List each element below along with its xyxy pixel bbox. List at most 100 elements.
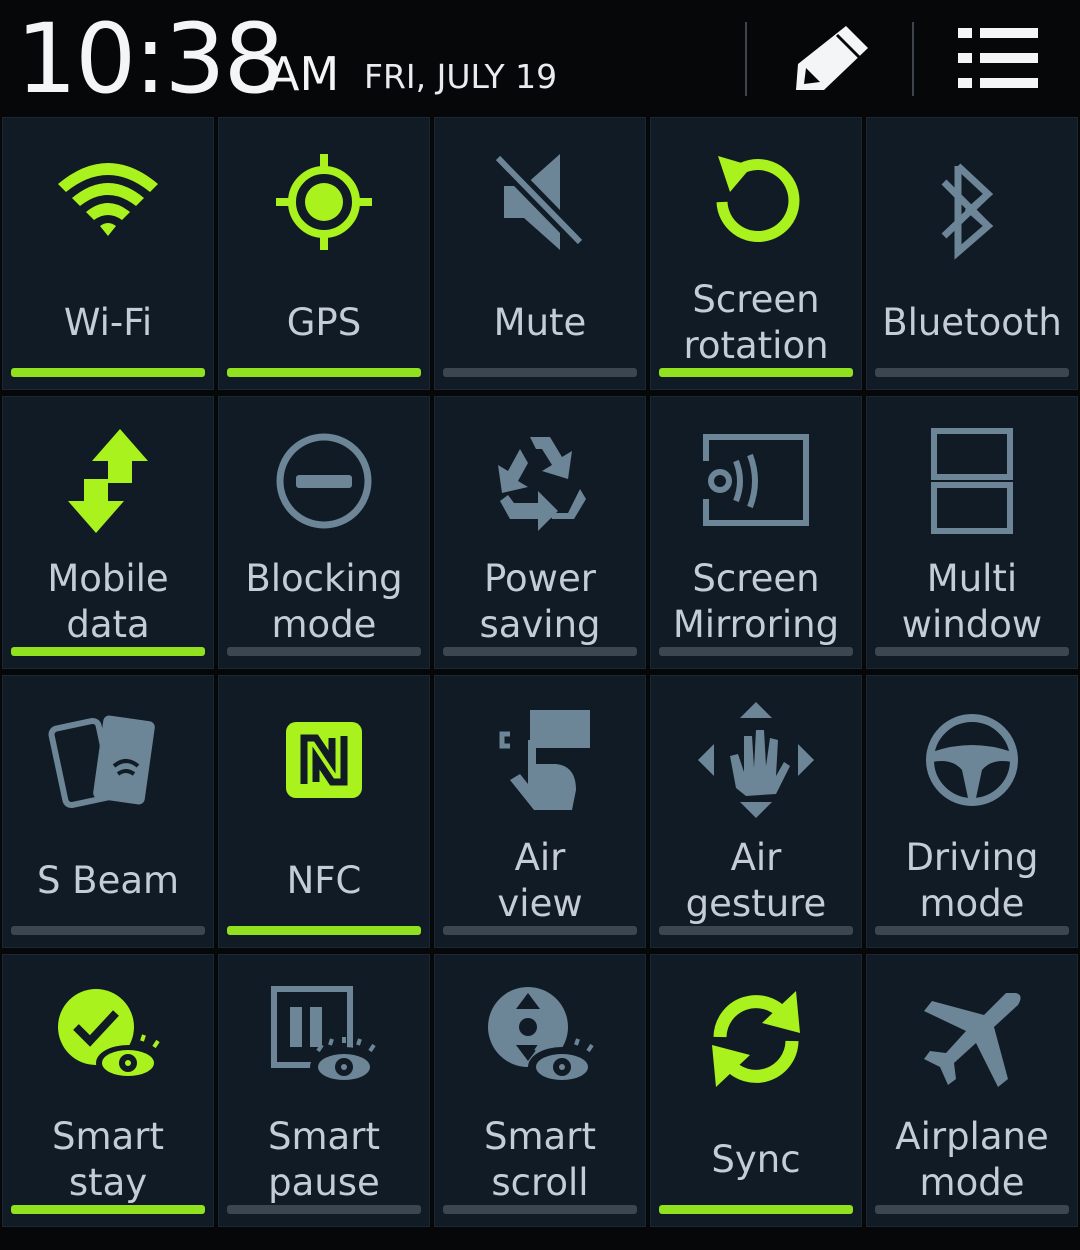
airplane-icon	[924, 993, 1021, 1087]
toggle-mobile-data[interactable]: Mobile data	[2, 396, 214, 669]
toggle-icon-wrap	[651, 969, 861, 1109]
toggle-icon-wrap	[867, 690, 1077, 830]
toggle-icon-wrap	[651, 411, 861, 551]
toggle-label: Screen rotation	[683, 278, 829, 367]
smart-stay-icon	[58, 989, 160, 1081]
toggle-label: GPS	[286, 301, 362, 344]
clock-ampm: AM	[268, 47, 340, 101]
edit-button[interactable]	[762, 14, 902, 102]
toggle-label: Wi-Fi	[63, 301, 153, 344]
status-bar-off	[227, 1205, 421, 1214]
toggle-label: Smart scroll	[484, 1115, 596, 1204]
rotation-icon	[716, 156, 800, 243]
toggle-label: Air view	[497, 836, 583, 925]
wifi-icon	[58, 163, 158, 236]
divider	[745, 22, 747, 96]
status-bar-on	[227, 368, 421, 377]
toggle-icon-wrap	[867, 132, 1077, 272]
steering-wheel-icon	[926, 714, 1018, 806]
toggle-nfc[interactable]: NFC	[218, 675, 430, 948]
air-gesture-icon	[698, 702, 814, 818]
toggle-power-saving[interactable]: Power saving	[434, 396, 646, 669]
status-bar-on	[659, 368, 853, 377]
status-bar-on	[227, 926, 421, 935]
toggle-icon-wrap	[435, 969, 645, 1109]
toggle-label: Air gesture	[685, 836, 827, 925]
toggle-multi-window[interactable]: Multi window	[866, 396, 1078, 669]
toggle-icon-wrap	[219, 411, 429, 551]
toggle-s-beam[interactable]: S Beam	[2, 675, 214, 948]
toggle-label: Smart stay	[52, 1115, 164, 1204]
toggle-label: Screen Mirroring	[672, 557, 840, 646]
toggle-driving-mode[interactable]: Driving mode	[866, 675, 1078, 948]
toggle-blocking-mode[interactable]: Blocking mode	[218, 396, 430, 669]
toggle-smart-scroll[interactable]: Smart scroll	[434, 954, 646, 1227]
toggle-airplane-mode[interactable]: Airplane mode	[866, 954, 1078, 1227]
status-bar-off	[227, 647, 421, 656]
mobile-data-icon	[68, 429, 148, 533]
status-bar-off	[875, 647, 1069, 656]
toggle-icon-wrap	[651, 132, 861, 272]
toggle-label: Sync	[711, 1138, 801, 1181]
toggle-label: Mobile data	[47, 557, 169, 646]
toggle-screen-rotation[interactable]: Screen rotation	[650, 117, 862, 390]
recycle-icon	[498, 437, 586, 531]
toggle-icon-wrap	[219, 969, 429, 1109]
toggle-smart-pause[interactable]: Smart pause	[218, 954, 430, 1227]
nfc-icon	[286, 722, 362, 798]
divider	[912, 22, 914, 96]
status-bar-off	[443, 368, 637, 377]
status-bar-off	[875, 1205, 1069, 1214]
pencil-icon	[796, 26, 868, 90]
toggle-label: NFC	[286, 859, 362, 902]
toggle-icon-wrap	[219, 690, 429, 830]
toggle-icon-wrap	[3, 411, 213, 551]
toggle-label: Airplane mode	[895, 1115, 1049, 1204]
toggle-label: Driving mode	[905, 836, 1039, 925]
list-icon	[958, 28, 1038, 88]
mute-icon	[492, 152, 586, 250]
blocking-icon	[276, 433, 372, 529]
toggle-mute[interactable]: Mute	[434, 117, 646, 390]
toggle-smart-stay[interactable]: Smart stay	[2, 954, 214, 1227]
toggle-icon-wrap	[3, 969, 213, 1109]
status-bar-on	[11, 1205, 205, 1214]
toggle-icon-wrap	[651, 690, 861, 830]
quick-settings-grid: Wi-Fi GPS Mute Screen rotation Bluetooth …	[0, 116, 1080, 1250]
toggle-wi-fi[interactable]: Wi-Fi	[2, 117, 214, 390]
mirroring-icon	[700, 434, 809, 526]
toggle-bluetooth[interactable]: Bluetooth	[866, 117, 1078, 390]
toggle-icon-wrap	[435, 690, 645, 830]
toggle-icon-wrap	[867, 969, 1077, 1109]
toggle-label: Multi window	[901, 557, 1043, 646]
status-bar-off	[875, 368, 1069, 377]
toggle-screen-mirroring[interactable]: Screen Mirroring	[650, 396, 862, 669]
toggle-label: Bluetooth	[882, 301, 1062, 344]
toggle-label: Mute	[493, 301, 587, 344]
clock-time: 10:38	[16, 3, 285, 115]
s-beam-icon	[48, 715, 155, 809]
toggle-icon-wrap	[867, 411, 1077, 551]
status-bar-off	[11, 926, 205, 935]
toggle-label: Smart pause	[268, 1115, 380, 1204]
toggle-gps[interactable]: GPS	[218, 117, 430, 390]
toggle-air-view[interactable]: Air view	[434, 675, 646, 948]
status-bar-off	[443, 1205, 637, 1214]
smart-pause-icon	[271, 986, 378, 1087]
toggle-air-gesture[interactable]: Air gesture	[650, 675, 862, 948]
toggle-sync[interactable]: Sync	[650, 954, 862, 1227]
status-bar-off	[659, 647, 853, 656]
toggle-label: Blocking mode	[245, 557, 403, 646]
gps-icon	[276, 154, 372, 250]
status-bar-on	[11, 647, 205, 656]
toggle-label: Power saving	[479, 557, 601, 646]
smart-scroll-icon	[488, 987, 596, 1087]
toggle-icon-wrap	[219, 132, 429, 272]
status-bar-off	[875, 926, 1069, 935]
toggle-icon-wrap	[3, 132, 213, 272]
date-label: FRI, JULY 19	[364, 57, 558, 96]
status-bar-off	[443, 647, 637, 656]
status-bar-on	[11, 368, 205, 377]
menu-button[interactable]	[928, 14, 1068, 102]
toggle-icon-wrap	[435, 411, 645, 551]
